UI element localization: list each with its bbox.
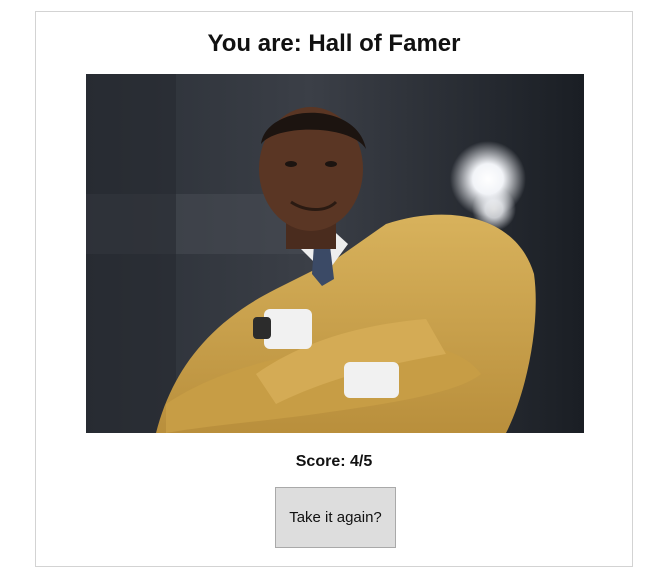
result-title: You are: Hall of Famer xyxy=(207,30,461,57)
take-again-button[interactable]: Take it again? xyxy=(275,487,396,548)
hall-of-famer-image xyxy=(86,74,584,433)
quiz-result-card: You are: Hall of Famer Score: 4/5 Take i… xyxy=(35,11,633,567)
score-text: Score: 4/5 xyxy=(295,453,373,470)
result-photo xyxy=(86,74,584,433)
